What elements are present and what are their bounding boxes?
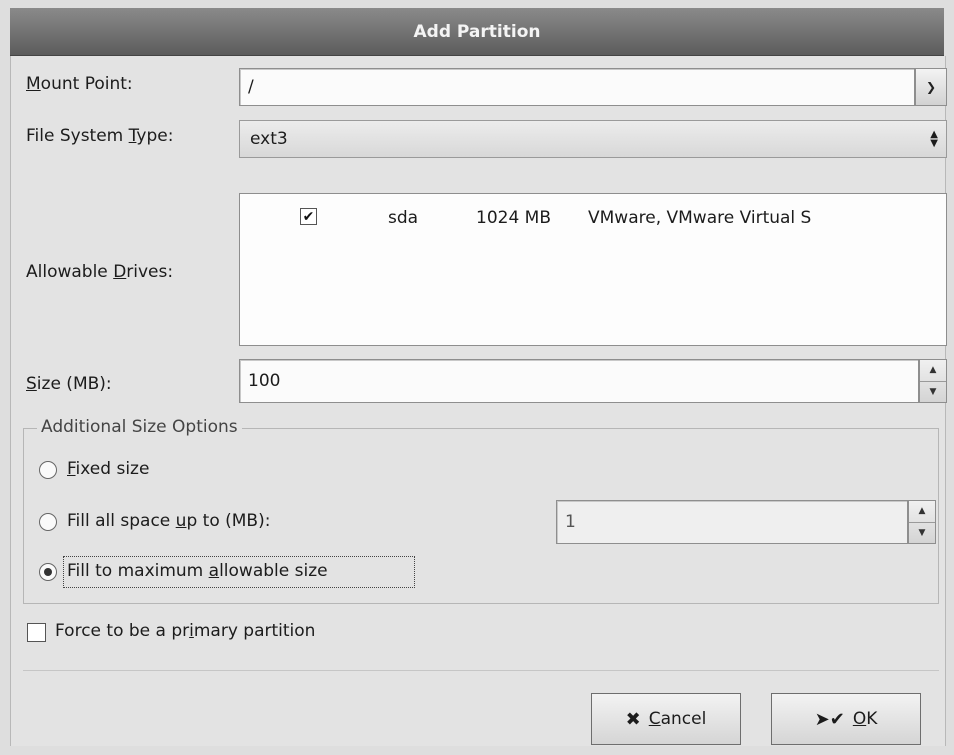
- window-title: Add Partition: [413, 21, 541, 42]
- fill-up-to-radio[interactable]: [39, 513, 57, 531]
- fill-max-radio[interactable]: [39, 563, 57, 581]
- file-system-type-select[interactable]: ext3 ▲ ▼: [239, 120, 947, 158]
- drive-model: VMware, VMware Virtual S: [588, 208, 812, 228]
- spin-down-icon[interactable]: ▼: [920, 380, 946, 403]
- ok-label: OK: [852, 709, 878, 729]
- mount-point-input[interactable]: /: [239, 68, 915, 106]
- size-spin-button[interactable]: ▲ ▼: [919, 359, 947, 403]
- allowable-drives-label: Allowable Drives:: [26, 262, 174, 282]
- size-value: 100: [248, 371, 281, 391]
- size-input[interactable]: 100: [239, 359, 919, 403]
- drive-row-sda[interactable]: ✔ sda 1024 MB VMware, VMware Virtual S: [240, 204, 946, 234]
- cancel-label: Cancel: [648, 709, 707, 729]
- file-system-type-value: ext3: [250, 129, 288, 149]
- spin-up-icon[interactable]: ▲: [909, 501, 935, 522]
- cursor-check-icon: ➤✔: [814, 708, 845, 730]
- cancel-x-icon: ✖: [625, 708, 641, 730]
- fill-up-to-input[interactable]: 1: [556, 500, 908, 544]
- force-primary-checkbox[interactable]: [27, 623, 46, 642]
- drive-checkbox[interactable]: ✔: [300, 208, 317, 225]
- fixed-size-label[interactable]: Fixed size: [67, 459, 149, 479]
- force-primary-label[interactable]: Force to be a primary partition: [55, 621, 315, 641]
- additional-size-options-title: Additional Size Options: [37, 417, 242, 437]
- spin-up-icon[interactable]: ▲: [920, 360, 946, 381]
- spin-down-icon[interactable]: ▼: [909, 521, 935, 544]
- size-label: Size (MB):: [26, 374, 112, 394]
- fill-up-to-value: 1: [565, 512, 576, 532]
- fill-up-to-spin-button[interactable]: ▲ ▼: [908, 500, 936, 544]
- separator: [23, 670, 939, 671]
- drive-size: 1024 MB: [476, 208, 551, 228]
- mount-point-dropdown-button[interactable]: ❯: [915, 68, 947, 106]
- fill-up-to-label[interactable]: Fill all space up to (MB):: [67, 511, 270, 531]
- cancel-button[interactable]: ✖ Cancel: [591, 693, 741, 745]
- add-partition-dialog: Mount Point: / ❯ File System Type: ext3 …: [10, 56, 947, 746]
- drive-name: sda: [388, 208, 419, 228]
- allowable-drives-list[interactable]: ✔ sda 1024 MB VMware, VMware Virtual S: [239, 193, 947, 346]
- ok-button[interactable]: ➤✔ OK: [771, 693, 921, 745]
- fill-max-label[interactable]: Fill to maximum allowable size: [67, 561, 328, 581]
- mount-point-value: /: [248, 77, 254, 97]
- title-bar: Add Partition: [10, 8, 944, 56]
- file-system-type-label: File System Type:: [26, 126, 174, 146]
- fixed-size-radio[interactable]: [39, 461, 57, 479]
- updown-arrow-icon: ▲ ▼: [930, 129, 938, 149]
- mount-point-label: Mount Point:: [26, 74, 133, 94]
- chevron-down-icon: ❯: [925, 80, 937, 94]
